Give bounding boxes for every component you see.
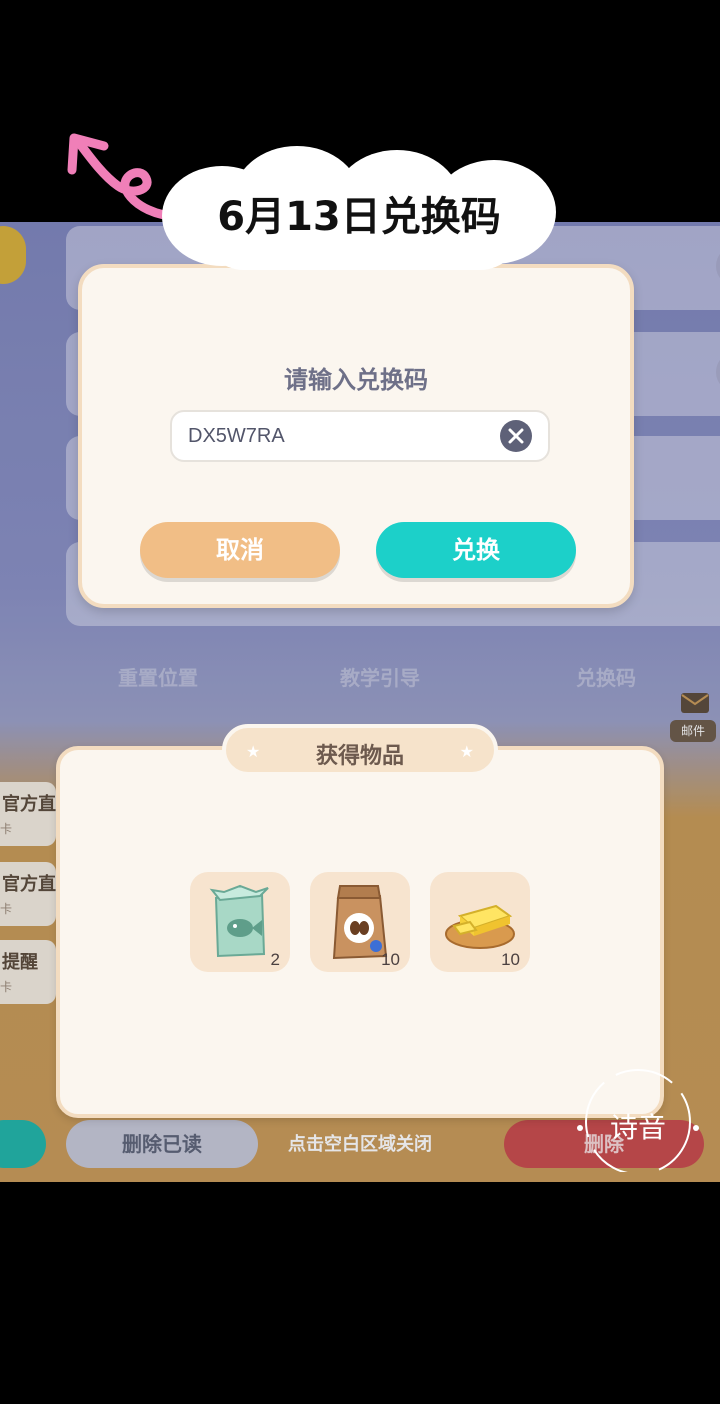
item-count: 10 bbox=[381, 950, 400, 969]
watermark: 诗音 bbox=[576, 1066, 700, 1175]
item-count: 2 bbox=[270, 950, 280, 969]
star-icon: ★ bbox=[459, 742, 474, 761]
reward-item[interactable]: 2 bbox=[190, 872, 290, 972]
dialog-title: 请输入兑换码 bbox=[284, 366, 428, 394]
rewards-header: ★ 获得物品 ★ bbox=[222, 724, 498, 776]
redeem-code-dialog: 请输入兑换码 取消 兑换 bbox=[78, 264, 634, 608]
redeem-button[interactable]: 兑换 bbox=[376, 522, 576, 578]
item-count: 10 bbox=[501, 950, 520, 969]
reward-item[interactable]: 10 bbox=[310, 872, 410, 972]
rewards-title: 获得物品 bbox=[315, 744, 404, 769]
sticker-title: 6月13日兑换码 bbox=[217, 194, 501, 240]
cancel-button[interactable]: 取消 bbox=[140, 522, 340, 578]
clear-icon[interactable] bbox=[500, 420, 532, 452]
watermark-text: 诗音 bbox=[610, 1111, 667, 1144]
redeem-code-input[interactable] bbox=[170, 410, 550, 462]
date-sticker: 6月13日兑换码 bbox=[162, 146, 556, 270]
reward-item[interactable]: 10 bbox=[430, 872, 530, 972]
